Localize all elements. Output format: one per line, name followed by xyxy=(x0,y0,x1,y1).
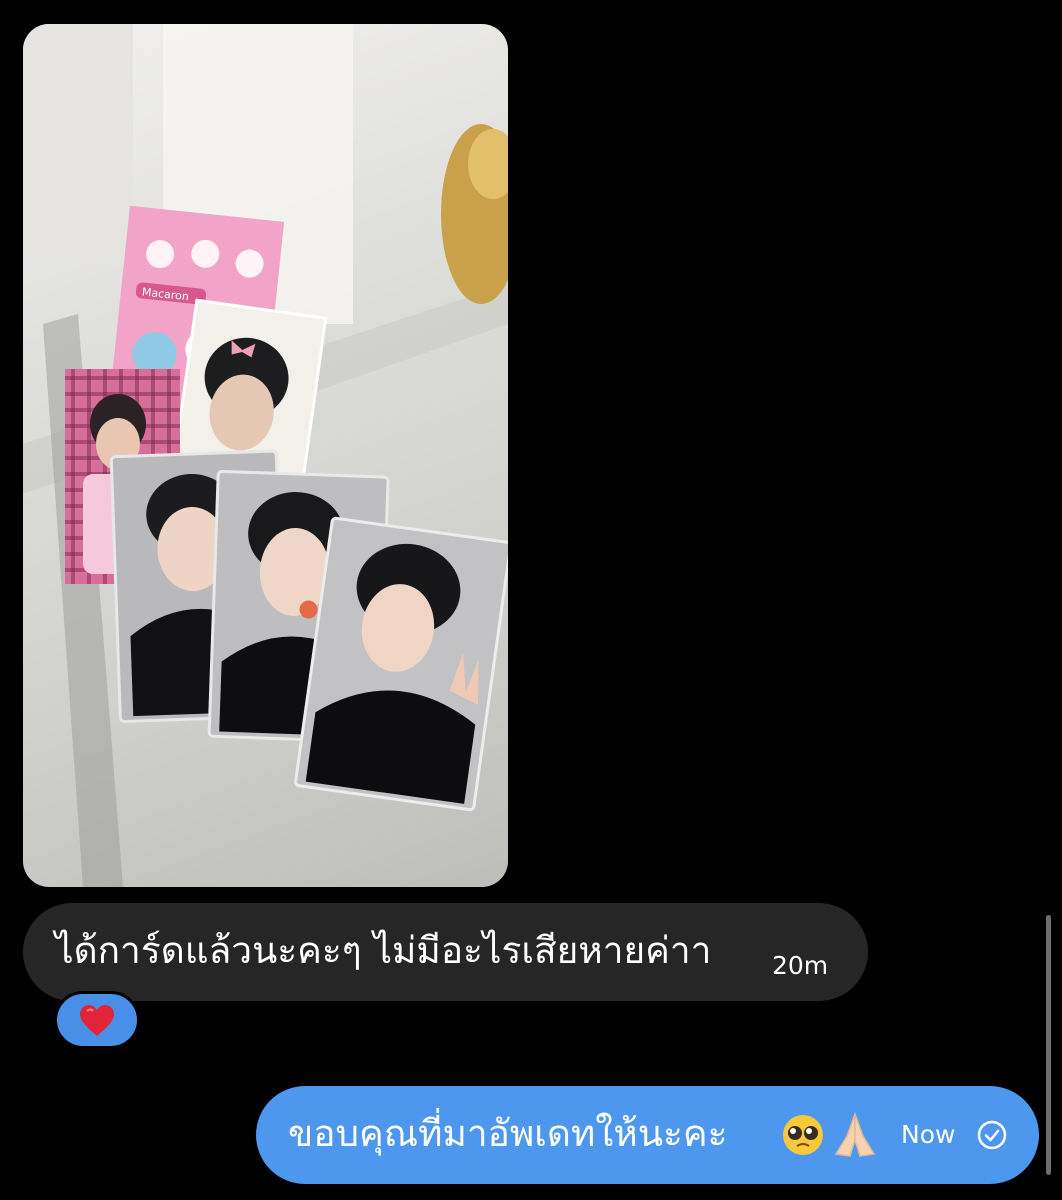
pleading-face-icon xyxy=(783,1115,823,1155)
photocards-photo: Macaron xyxy=(23,24,508,887)
incoming-message-time: 20m xyxy=(772,951,829,980)
outgoing-message-text: ขอบคุณที่มาอัพเดทให้นะคะ xyxy=(288,1112,728,1155)
folded-hands-icon xyxy=(834,1111,876,1157)
incoming-message-bubble[interactable]: ได้การ์ดแล้วนะคะๆ ไม่มีอะไรเสียหายค่าา xyxy=(23,903,868,1001)
scrollbar[interactable] xyxy=(1046,915,1051,1175)
red-heart-icon xyxy=(80,1005,114,1036)
seen-check-icon xyxy=(977,1120,1007,1150)
photo-message[interactable]: Macaron xyxy=(23,24,508,887)
outgoing-message-time: Now xyxy=(901,1120,956,1149)
outgoing-message-bubble[interactable]: ขอบคุณที่มาอัพเดทให้นะคะ Now xyxy=(256,1086,1039,1184)
message-reaction[interactable] xyxy=(54,991,140,1049)
incoming-message-text: ได้การ์ดแล้วนะคะๆ ไม่มีอะไรเสียหายค่าา xyxy=(55,929,712,972)
